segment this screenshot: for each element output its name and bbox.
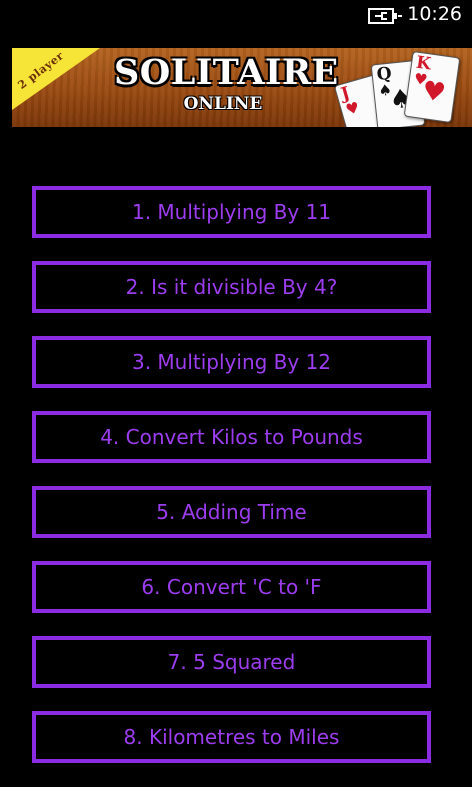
status-bar: 10:26 (0, 0, 472, 32)
menu-item-label: 2. Is it divisible By 4? (125, 275, 338, 299)
menu-item-kilometres-to-miles[interactable]: 8. Kilometres to Miles (32, 711, 431, 763)
menu-item-multiplying-by-12[interactable]: 3. Multiplying By 12 (32, 336, 431, 388)
battery-charging-icon (368, 8, 402, 24)
menu-item-label: 8. Kilometres to Miles (123, 725, 340, 749)
ad-title: SOLITAIRE (114, 52, 339, 93)
menu-item-label: 6. Convert 'C to 'F (141, 575, 322, 599)
clock: 10:26 (407, 3, 462, 25)
menu-item-adding-time[interactable]: 5. Adding Time (32, 486, 431, 538)
menu-item-label: 3. Multiplying By 12 (131, 350, 332, 374)
menu-item-multiplying-by-11[interactable]: 1. Multiplying By 11 (32, 186, 431, 238)
menu-item-celsius-to-fahrenheit[interactable]: 6. Convert 'C to 'F (32, 561, 431, 613)
menu-item-label: 1. Multiplying By 11 (131, 200, 332, 224)
menu-item-kilos-to-pounds[interactable]: 4. Convert Kilos to Pounds (32, 411, 431, 463)
menu-list: 1. Multiplying By 11 2. Is it divisible … (32, 186, 431, 786)
menu-item-5-squared[interactable]: 7. 5 Squared (32, 636, 431, 688)
menu-item-label: 7. 5 Squared (167, 650, 296, 674)
playing-card-king: K ♥ ♥ (403, 50, 461, 124)
ad-subtitle: ONLINE (183, 94, 263, 114)
menu-item-label: 4. Convert Kilos to Pounds (100, 425, 363, 449)
menu-item-label: 5. Adding Time (156, 500, 307, 524)
heart-icon: ♥ (420, 75, 448, 109)
menu-item-divisible-by-4[interactable]: 2. Is it divisible By 4? (32, 261, 431, 313)
ad-banner[interactable]: 2 player SOLITAIRE ONLINE J ♥ Q ♠ ♠ K ♥ … (12, 48, 472, 127)
heart-icon: ♥ (343, 98, 362, 120)
